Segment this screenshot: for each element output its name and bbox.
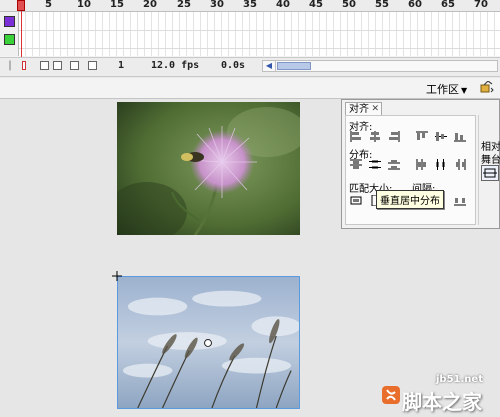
frame-tick-label: 55: [375, 0, 389, 10]
distribute-left-edge-icon[interactable]: [416, 159, 428, 170]
edit-multiple-frames-icon[interactable]: [70, 61, 79, 70]
layer-column: [0, 12, 19, 56]
frame-tick-label: 60: [408, 0, 422, 10]
distribute-right-edge-icon[interactable]: [454, 159, 466, 170]
align-tab-label: 对齐: [349, 104, 369, 115]
distribute-top-edge-icon[interactable]: [350, 159, 362, 170]
edit-scene-icon[interactable]: [480, 81, 494, 93]
frame-ruler[interactable]: 5 10 15 20 25 30 35 40 45 50 55 60 65 70: [0, 0, 500, 12]
distribute-horizontal-center-icon[interactable]: [435, 159, 447, 170]
frame-tick-label: 35: [243, 0, 257, 10]
watermark-brand: 脚本之家: [402, 390, 482, 414]
align-vertical-center-icon[interactable]: [435, 131, 447, 142]
onion-skin-outlines-icon[interactable]: [53, 61, 62, 70]
crosshair-cursor-icon: [112, 271, 122, 281]
edit-bar: 工作区 ▼: [0, 78, 500, 99]
timeline-horizontal-scrollbar[interactable]: ◀: [262, 60, 498, 72]
align-to-stage-toggle-icon[interactable]: [481, 165, 499, 181]
frame-row-divider: [19, 48, 500, 49]
distribute-bottom-edge-icon[interactable]: [388, 159, 400, 170]
current-frame-readout: 1: [118, 60, 125, 71]
scrollbar-thumb[interactable]: [277, 62, 311, 70]
elapsed-time-readout: 0.0s: [221, 60, 246, 71]
tooltip: 垂直居中分布: [376, 190, 444, 209]
playhead-handle[interactable]: [17, 0, 25, 11]
align-panel: 对齐 ✕ 对齐: 分布: 匹配大小: 间隔: 相对于 舞台:: [341, 99, 500, 229]
align-bottom-edge-icon[interactable]: [454, 131, 466, 142]
align-right-edge-icon[interactable]: [388, 131, 400, 142]
onion-skin-icon[interactable]: [40, 61, 49, 70]
frame-tick-label: 65: [441, 0, 455, 10]
stage-label: 舞台:: [481, 155, 500, 166]
flower-photo[interactable]: [117, 102, 300, 235]
center-frame-icon[interactable]: [22, 61, 26, 70]
frame-rate-readout[interactable]: 12.0 fps: [151, 60, 199, 71]
frame-tick-label: 10: [77, 0, 91, 10]
sky-reed-photo[interactable]: [117, 276, 300, 409]
frame-tick-label: 50: [342, 0, 356, 10]
frame-grid[interactable]: [19, 12, 500, 56]
frame-tick-label: 15: [110, 0, 124, 10]
relative-to-stage-column: 相对于 舞台:: [478, 115, 500, 225]
align-top-edge-icon[interactable]: [416, 131, 428, 142]
frame-tick-label: 45: [309, 0, 323, 10]
watermark-site: jb51.net: [436, 374, 483, 385]
align-left-edge-icon[interactable]: [350, 131, 362, 142]
frame-tick-label: 30: [210, 0, 224, 10]
workspace-label: 工作区: [426, 83, 459, 96]
watermark-logo: [382, 386, 400, 404]
scroll-marker-icon[interactable]: |: [7, 60, 13, 71]
scroll-left-arrow-icon[interactable]: ◀: [263, 61, 276, 71]
space-evenly-horizontally-icon[interactable]: [454, 195, 466, 206]
frame-tick-label: 70: [474, 0, 488, 10]
frame-tick-label: 20: [143, 0, 157, 10]
layer-1-color-swatch[interactable]: [4, 16, 15, 27]
match-width-icon[interactable]: [350, 195, 362, 206]
align-horizontal-center-icon[interactable]: [369, 131, 381, 142]
frame-tick-label: 5: [45, 0, 52, 10]
workspace-button[interactable]: 工作区 ▼: [426, 81, 467, 97]
modify-onion-markers-icon[interactable]: [88, 61, 97, 70]
frame-tick-label: 25: [177, 0, 191, 10]
layer-2-color-swatch[interactable]: [4, 34, 15, 45]
frame-row-divider: [19, 30, 500, 31]
distribute-vertical-center-icon[interactable]: [369, 159, 381, 170]
frame-tick-label: 40: [276, 0, 290, 10]
timeline-status-bar: | 1 12.0 fps 0.0s ◀: [0, 57, 500, 77]
chevron-down-icon: ▼: [461, 86, 468, 95]
transform-point-icon[interactable]: [204, 339, 212, 347]
timeline-panel: 5 10 15 20 25 30 35 40 45 50 55 60 65 70…: [0, 0, 500, 77]
tab-align[interactable]: 对齐 ✕: [345, 102, 382, 115]
